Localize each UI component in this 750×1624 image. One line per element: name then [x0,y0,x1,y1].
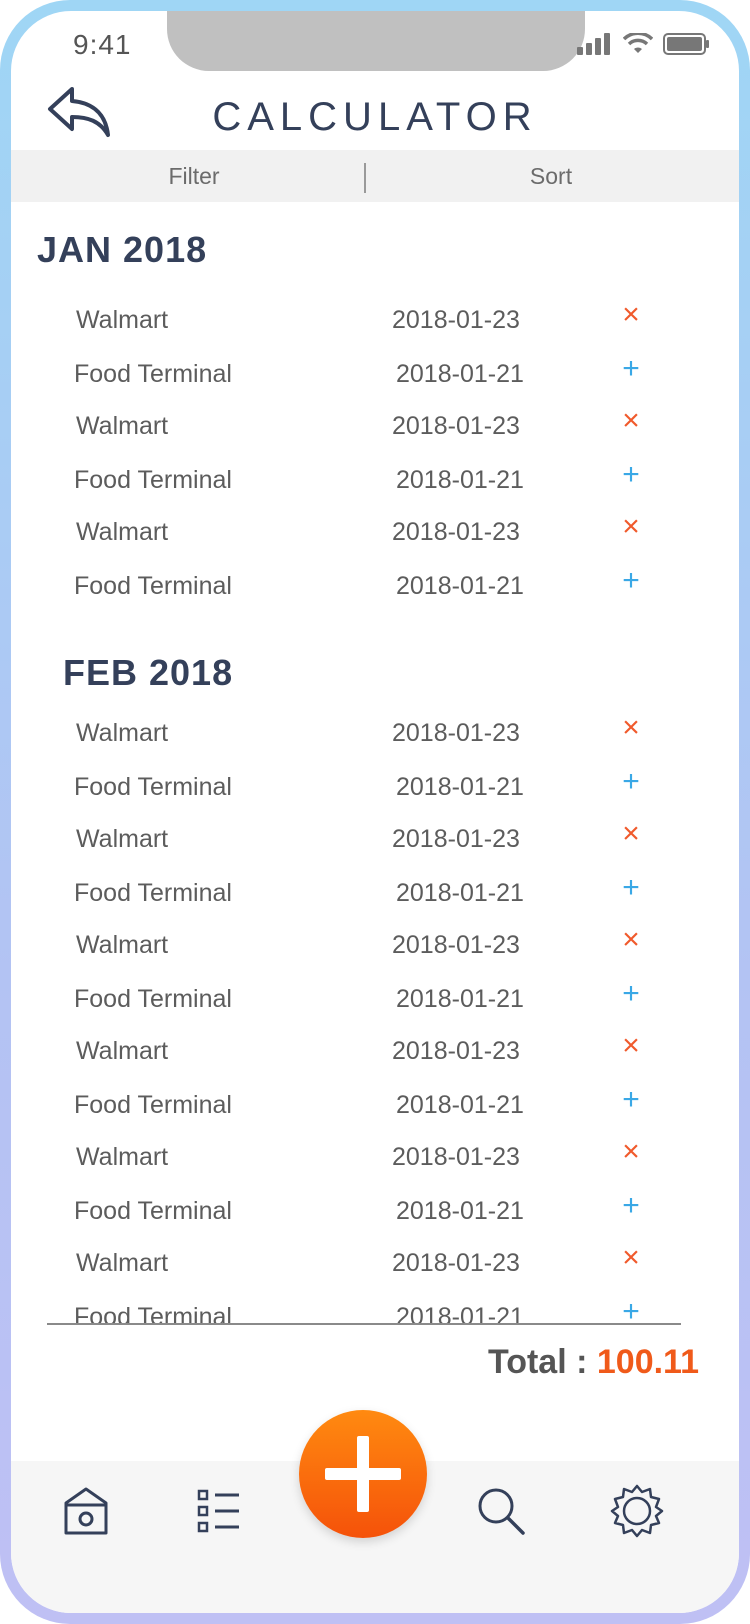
transaction-date: 2018-01-23 [392,719,520,747]
transaction-row[interactable]: Food Terminal 2018-01-21 + [11,1085,739,1131]
add-button[interactable]: + [616,873,646,903]
device-frame: 9:41 CALCULATOR Filter Sort JAN 2018 Wal… [0,0,750,1624]
transaction-store: Food Terminal [74,360,232,388]
transaction-date: 2018-01-23 [392,1143,520,1171]
transaction-store: Food Terminal [74,879,232,907]
transaction-row[interactable]: Food Terminal 2018-01-21 + [11,566,739,612]
transaction-store: Food Terminal [74,773,232,801]
add-button[interactable]: + [616,354,646,384]
transaction-date: 2018-01-23 [392,306,520,334]
wifi-icon [623,33,653,53]
transaction-date: 2018-01-23 [392,931,520,959]
transaction-date: 2018-01-21 [396,1091,524,1119]
transaction-row[interactable]: Food Terminal 2018-01-21 + [11,460,739,506]
sort-button[interactable]: Sort [451,150,651,202]
transaction-date: 2018-01-23 [392,1037,520,1065]
transaction-store: Walmart [76,931,169,959]
remove-button[interactable]: × [616,925,646,955]
transaction-date: 2018-01-23 [392,412,520,440]
transaction-store: Walmart [76,1249,169,1277]
status-time: 9:41 [73,29,132,60]
transaction-row[interactable]: Walmart 2018-01-23 × [11,406,739,452]
transaction-date: 2018-01-21 [396,1197,524,1225]
transaction-store: Walmart [76,825,169,853]
screen: 9:41 CALCULATOR Filter Sort JAN 2018 Wal… [11,11,739,1613]
add-button[interactable]: + [616,1191,646,1221]
transaction-store: Food Terminal [74,1303,232,1331]
total-label: Total : [487,1343,597,1381]
month-heading: JAN 2018 [37,229,208,270]
transaction-row[interactable]: Walmart 2018-01-23 × [11,925,739,971]
transaction-store: Food Terminal [74,466,232,494]
transaction-date: 2018-01-21 [396,572,524,600]
transaction-date: 2018-01-21 [396,773,524,801]
remove-button[interactable]: × [616,1031,646,1061]
transaction-row[interactable]: Walmart 2018-01-23 × [11,300,739,346]
transaction-date: 2018-01-23 [392,518,520,546]
remove-button[interactable]: × [616,1243,646,1273]
add-button[interactable]: + [616,566,646,596]
transaction-store: Walmart [76,1143,169,1171]
remove-button[interactable]: × [616,300,646,330]
list-divider [47,1323,681,1325]
remove-button[interactable]: × [616,713,646,743]
toolbar-divider [364,163,366,193]
remove-button[interactable]: × [616,406,646,436]
transaction-row[interactable]: Walmart 2018-01-23 × [11,1031,739,1077]
transaction-store: Walmart [76,518,169,546]
battery-icon [663,33,709,55]
transaction-date: 2018-01-21 [396,985,524,1013]
status-icons [577,33,711,55]
transaction-store: Walmart [76,412,169,440]
transaction-store: Food Terminal [74,985,232,1013]
filter-sort-bar: Filter Sort [11,150,739,202]
add-button[interactable]: + [616,767,646,797]
transaction-row[interactable]: Walmart 2018-01-23 × [11,819,739,865]
transaction-date: 2018-01-21 [396,360,524,388]
page-title: CALCULATOR [212,95,538,139]
transaction-row[interactable]: Food Terminal 2018-01-21 + [11,354,739,400]
transaction-store: Walmart [76,1037,169,1065]
remove-button[interactable]: × [616,512,646,542]
remove-button[interactable]: × [616,819,646,849]
device-notch [167,11,585,71]
transaction-date: 2018-01-23 [392,825,520,853]
add-button[interactable]: + [616,979,646,1009]
month-heading: FEB 2018 [63,652,234,693]
transaction-store: Food Terminal [74,1091,232,1119]
transaction-store: Food Terminal [74,572,232,600]
transaction-date: 2018-01-21 [396,1303,524,1331]
total-summary: Total : 100.11 [488,1343,699,1382]
transaction-row[interactable]: Walmart 2018-01-23 × [11,713,739,759]
transaction-row[interactable]: Food Terminal 2018-01-21 + [11,873,739,919]
total-value: 100.11 [596,1343,699,1381]
plus-icon-stroke [357,1436,369,1512]
transaction-row[interactable]: Walmart 2018-01-23 × [11,1137,739,1183]
search-icon[interactable] [471,1481,531,1541]
remove-button[interactable]: × [616,1137,646,1167]
transaction-store: Walmart [76,306,169,334]
add-entry-button[interactable] [299,1410,427,1538]
filter-button[interactable]: Filter [94,150,294,202]
transaction-row[interactable]: Walmart 2018-01-23 × [11,512,739,558]
transaction-date: 2018-01-21 [396,466,524,494]
transaction-row[interactable]: Walmart 2018-01-23 × [11,1243,739,1289]
transaction-store: Food Terminal [74,1197,232,1225]
transaction-date: 2018-01-23 [392,1249,520,1277]
list-icon[interactable] [189,1481,249,1541]
gear-icon[interactable] [607,1481,667,1541]
add-button[interactable]: + [616,1085,646,1115]
signal-icon [577,33,610,55]
home-icon[interactable] [56,1481,116,1541]
transaction-row[interactable]: Food Terminal 2018-01-21 + [11,979,739,1025]
add-button[interactable]: + [616,460,646,490]
transaction-row[interactable]: Food Terminal 2018-01-21 + [11,1191,739,1237]
transaction-store: Walmart [76,719,169,747]
transaction-date: 2018-01-21 [396,879,524,907]
transaction-row[interactable]: Food Terminal 2018-01-21 + [11,767,739,813]
